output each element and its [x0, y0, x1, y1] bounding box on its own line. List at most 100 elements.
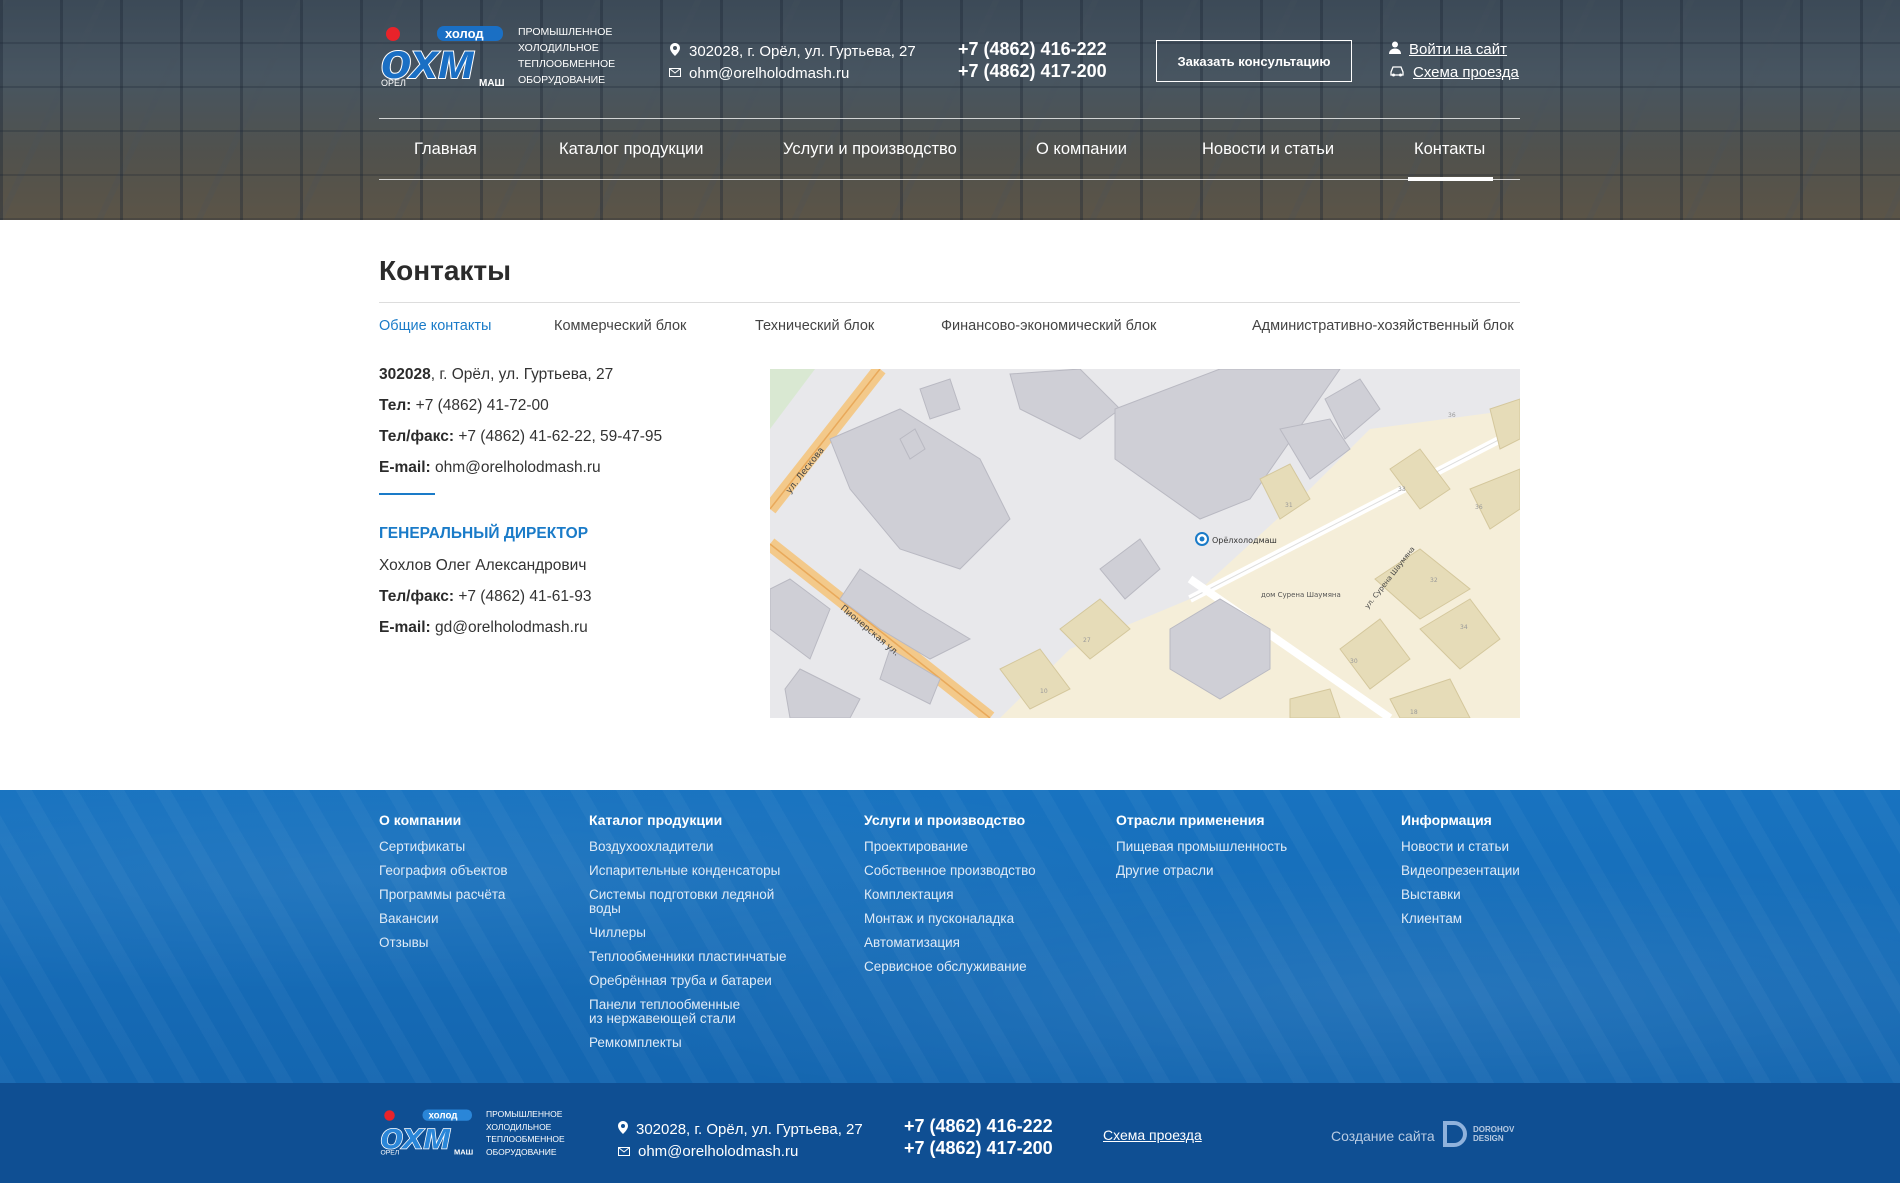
nav-item-about[interactable]: О компании	[1036, 119, 1127, 180]
footer-link[interactable]: Панели теплообменные из нержавеющей стал…	[589, 998, 754, 1026]
location-pin-icon	[669, 43, 681, 59]
email-value[interactable]: ohm@orelholodmash.ru	[435, 459, 601, 476]
footer-link[interactable]: Выставки	[1401, 888, 1520, 902]
fax-value[interactable]: +7 (4862) 41-62-22, 59-47-95	[458, 428, 662, 445]
footer-route-link[interactable]: Схема проезда	[1103, 1127, 1202, 1143]
nav-item-news[interactable]: Новости и статьи	[1202, 119, 1334, 180]
developer-logo[interactable]: DOROHOV DESIGN	[1443, 1121, 1514, 1147]
header-address: 302028, г. Орёл, ул. Гуртьева, 27	[689, 42, 916, 60]
order-consultation-button[interactable]: Заказать консультацию	[1156, 40, 1352, 82]
contacts-tabs: Общие контакты Коммерческий блок Техниче…	[379, 302, 1520, 350]
footer-link[interactable]: Клиентам	[1401, 912, 1520, 926]
footer-column-info: Информация Новости и статьи Видеопрезент…	[1401, 812, 1520, 936]
map-house-number: 31	[1285, 502, 1293, 509]
footer-column-catalog: Каталог продукции Воздухоохладители Испа…	[589, 812, 789, 1060]
login-link[interactable]: Войти на сайт	[1389, 38, 1519, 61]
footer-email[interactable]: ohm@orelholodmash.ru	[638, 1143, 798, 1160]
tab-general[interactable]: Общие контакты	[379, 318, 491, 334]
director-fax-value[interactable]: +7 (4862) 41-61-93	[458, 588, 591, 605]
tab-commercial[interactable]: Коммерческий блок	[554, 318, 686, 334]
mail-icon	[618, 1143, 630, 1160]
footer-link[interactable]: Чиллеры	[589, 926, 789, 940]
footer-link[interactable]: Системы подготовки ледяной воды	[589, 888, 789, 916]
director-fax-line: Тел/факс: +7 (4862) 41-61-93	[379, 586, 739, 617]
map-marker-label: Орёлхолодмаш	[1212, 536, 1277, 545]
footer-link[interactable]: Ремкомплекты	[589, 1036, 789, 1050]
footer-column-industries: Отрасли применения Пищевая промышленност…	[1116, 812, 1287, 888]
footer-link[interactable]: Автоматизация	[864, 936, 1036, 950]
footer-link[interactable]: Программы расчёта	[379, 888, 508, 902]
location-map[interactable]: ул. Лескова Пионерская ул. ул. Сурена Ша…	[770, 369, 1520, 718]
developer-name: DOROHOV	[1473, 1125, 1515, 1134]
header-email[interactable]: ohm@orelholodmash.ru	[689, 65, 849, 82]
tab-technical[interactable]: Технический блок	[755, 318, 874, 334]
footer-logo-tagline: Промышленное холодильное теплообменное о…	[486, 1108, 576, 1158]
footer-phone[interactable]: +7 (4862) 417-200	[904, 1137, 1053, 1159]
svg-text:холод: холод	[445, 26, 484, 41]
tagline-line: теплообменное	[486, 1134, 565, 1144]
footer-link[interactable]: Собственное производство	[864, 864, 1036, 878]
map-house-number: 18	[1410, 709, 1418, 716]
route-link[interactable]: Схема проезда	[1389, 61, 1519, 84]
site-created-label: Создание сайта	[1331, 1128, 1435, 1144]
nav-item-home[interactable]: Главная	[414, 119, 477, 180]
page-title: Контакты	[379, 255, 512, 286]
address-line: 302028, г. Орёл, ул. Гуртьева, 27	[379, 364, 739, 395]
footer-link[interactable]: Проектирование	[864, 840, 1036, 854]
map-house-number: 10	[1040, 688, 1048, 695]
footer-link[interactable]: Пищевая промышленность	[1116, 840, 1287, 854]
svg-text:холод: холод	[429, 1111, 459, 1122]
footer-phone[interactable]: +7 (4862) 416-222	[904, 1115, 1053, 1137]
email-label: E-mail:	[379, 459, 431, 476]
developer-name: DESIGN	[1473, 1134, 1504, 1143]
divider	[379, 493, 435, 495]
footer-link[interactable]: Комплектация	[864, 888, 1036, 902]
map-house-number: 27	[1083, 637, 1091, 644]
footer-link[interactable]: География объектов	[379, 864, 508, 878]
footer-link[interactable]: Другие отрасли	[1116, 864, 1287, 878]
company-logo[interactable]: охм холод ОРЕЛ МАШ	[379, 24, 507, 88]
header-contacts: 302028, г. Орёл, ул. Гуртьева, 27 ohm@or…	[669, 40, 916, 84]
tab-administrative[interactable]: Административно-хозяйственный блок	[1252, 318, 1514, 334]
footer-column-title[interactable]: Информация	[1401, 812, 1520, 828]
location-pin-icon	[618, 1120, 628, 1138]
footer-contacts: 302028, г. Орёл, ул. Гуртьева, 27 ohm@or…	[618, 1118, 863, 1162]
nav-item-catalog[interactable]: Каталог продукции	[559, 119, 703, 180]
footer-column-title[interactable]: Услуги и производство	[864, 812, 1036, 828]
mail-icon	[669, 66, 681, 80]
footer-link[interactable]: Сертификаты	[379, 840, 508, 854]
nav-item-contacts[interactable]: Контакты	[1407, 119, 1494, 181]
route-link-label: Схема проезда	[1413, 64, 1519, 81]
tagline-line: оборудование	[486, 1146, 557, 1157]
footer-link[interactable]: Видеопрезентации	[1401, 864, 1520, 878]
footer-link[interactable]: Сервисное обслуживание	[864, 960, 1036, 974]
tab-finance[interactable]: Финансово-экономический блок	[941, 318, 1156, 334]
footer-column-title[interactable]: О компании	[379, 812, 508, 828]
footer-link[interactable]: Оребрённая труба и батареи	[589, 974, 789, 988]
tagline-line: холодильное	[518, 42, 599, 54]
header-phone[interactable]: +7 (4862) 416-222	[958, 38, 1107, 60]
header: охм холод ОРЕЛ МАШ Промышленное холодиль…	[0, 0, 1900, 220]
footer-column-services: Услуги и производство Проектирование Соб…	[864, 812, 1036, 984]
footer-link[interactable]: Монтаж и пусконаладка	[864, 912, 1036, 926]
footer-column-title[interactable]: Каталог продукции	[589, 812, 789, 828]
general-contacts: 302028, г. Орёл, ул. Гуртьева, 27 Тел: +…	[379, 364, 739, 648]
footer-link[interactable]: Теплообменники пластинчатые	[589, 950, 789, 964]
footer-link[interactable]: Отзывы	[379, 936, 508, 950]
map-canvas: ул. Лескова Пионерская ул. ул. Сурена Ша…	[770, 369, 1520, 718]
nav-item-services[interactable]: Услуги и производство	[783, 119, 957, 180]
footer-link[interactable]: Вакансии	[379, 912, 508, 926]
footer-link[interactable]: Новости и статьи	[1401, 840, 1520, 854]
footer-logo[interactable]: охм холод ОРЕЛ МАШ	[379, 1108, 475, 1156]
phone-value[interactable]: +7 (4862) 41-72-00	[416, 397, 549, 414]
fax-label: Тел/факс:	[379, 588, 454, 605]
footer-column-title[interactable]: Отрасли применения	[1116, 812, 1287, 828]
map-house-number: 36	[1475, 504, 1483, 511]
director-email-value[interactable]: gd@orelholodmash.ru	[435, 619, 588, 636]
footer-link[interactable]: Воздухоохладители	[589, 840, 789, 854]
header-phone[interactable]: +7 (4862) 417-200	[958, 60, 1107, 82]
address-rest: , г. Орёл, ул. Гуртьева, 27	[430, 366, 614, 383]
footer-link[interactable]: Испарительные конденсаторы	[589, 864, 789, 878]
map-house-number: 36	[1448, 412, 1456, 419]
footer-bottom-bar: охм холод ОРЕЛ МАШ Промышленное холодиль…	[0, 1083, 1900, 1183]
